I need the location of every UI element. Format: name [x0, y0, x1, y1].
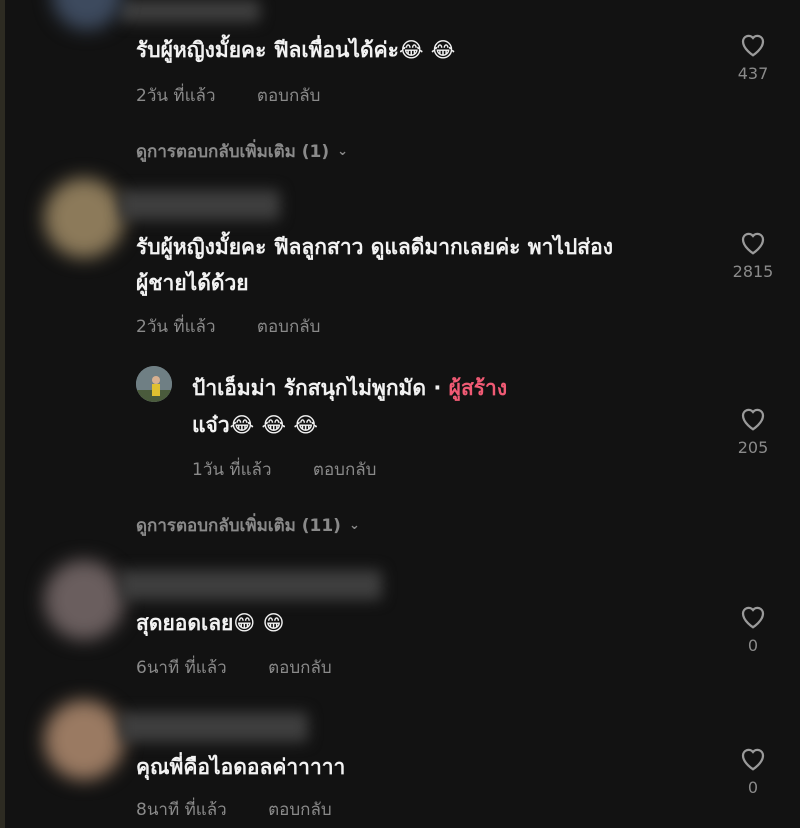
comment-text: สุดยอดเลย😁 😁 [136, 611, 285, 635]
username-blurred[interactable] [120, 570, 382, 600]
comment-meta: 8นาที ที่แล้ว ตอบกลับ [136, 796, 368, 823]
reply-button[interactable]: ตอบกลับ [257, 317, 321, 337]
avatar-blurred[interactable] [44, 560, 124, 640]
comment-time: 2วัน ที่แล้ว [136, 317, 216, 337]
comment-meta: 2วัน ที่แล้ว ตอบกลับ [136, 313, 356, 340]
heart-icon [741, 748, 765, 771]
reply-button[interactable]: ตอบกลับ [268, 658, 332, 678]
chevron-down-icon: ⌄ [337, 144, 349, 159]
like-button[interactable]: 437 [723, 30, 783, 83]
comment-meta: 6นาที ที่แล้ว ตอบกลับ [136, 654, 368, 681]
heart-icon [741, 606, 765, 629]
reply-button[interactable]: ตอบกลับ [257, 86, 321, 106]
reply-button[interactable]: ตอบกลับ [313, 460, 377, 480]
like-button[interactable]: 2815 [723, 228, 783, 281]
reply-button[interactable]: ตอบกลับ [268, 800, 332, 820]
like-button[interactable]: 0 [723, 744, 783, 797]
like-count: 2815 [732, 262, 774, 281]
heart-icon [741, 408, 765, 431]
creator-username[interactable]: ป้าเอ็มม่า รักสนุกไม่พูกมัด [192, 376, 426, 400]
avatar-blurred[interactable] [52, 0, 122, 30]
view-more-replies-button[interactable]: ดูการตอบกลับเพิ่มเติม (1) ⌄ [136, 138, 348, 165]
like-count: 0 [747, 778, 759, 797]
comment-meta: 2วัน ที่แล้ว ตอบกลับ [136, 82, 356, 109]
like-count: 205 [737, 438, 769, 457]
separator: · [426, 376, 449, 400]
comment-time: 6นาที ที่แล้ว [136, 658, 227, 678]
avatar-blurred[interactable] [44, 700, 124, 780]
person-icon [136, 366, 172, 402]
comment-time: 1วัน ที่แล้ว [192, 460, 272, 480]
like-count: 0 [747, 636, 759, 655]
view-more-replies-button[interactable]: ดูการตอบกลับเพิ่มเติม (11) ⌄ [136, 512, 360, 539]
like-button[interactable]: 205 [723, 404, 783, 457]
comment-text-line2: ผู้ชายได้ด้วย [136, 271, 249, 295]
comment-text: รับผู้หญิงมั้ยคะ ฟีลเพื่อนได้ค่ะ😂 😂 [136, 38, 456, 62]
view-more-replies-label: ดูการตอบกลับเพิ่มเติม (11) [136, 516, 341, 536]
left-edge [0, 0, 5, 828]
reply-text: แจ๋ว😂 😂 😂 [192, 413, 318, 437]
creator-name-row: ป้าเอ็มม่า รักสนุกไม่พูกมัด · ผู้สร้าง [192, 372, 507, 405]
heart-icon [741, 34, 765, 57]
creator-badge: ผู้สร้าง [448, 376, 508, 400]
like-button[interactable]: 0 [723, 602, 783, 655]
comment-text-line1: รับผู้หญิงมั้ยคะ ฟีลลูกสาว ดูแลดีมากเลยค… [136, 235, 613, 259]
username-blurred[interactable] [120, 0, 260, 22]
heart-icon [741, 232, 765, 255]
comment-time: 8นาที ที่แล้ว [136, 800, 227, 820]
username-blurred[interactable] [120, 712, 308, 742]
like-count: 437 [737, 64, 769, 83]
comment-meta: 1วัน ที่แล้ว ตอบกลับ [192, 456, 412, 483]
comment-time: 2วัน ที่แล้ว [136, 86, 216, 106]
username-blurred[interactable] [120, 190, 280, 220]
creator-avatar[interactable] [136, 366, 172, 402]
view-more-replies-label: ดูการตอบกลับเพิ่มเติม (1) [136, 142, 330, 162]
avatar-blurred[interactable] [44, 178, 124, 258]
comment-text: คุณพี่คือไอดอลค่าาาาา [136, 755, 346, 779]
chevron-down-icon: ⌄ [348, 518, 360, 533]
